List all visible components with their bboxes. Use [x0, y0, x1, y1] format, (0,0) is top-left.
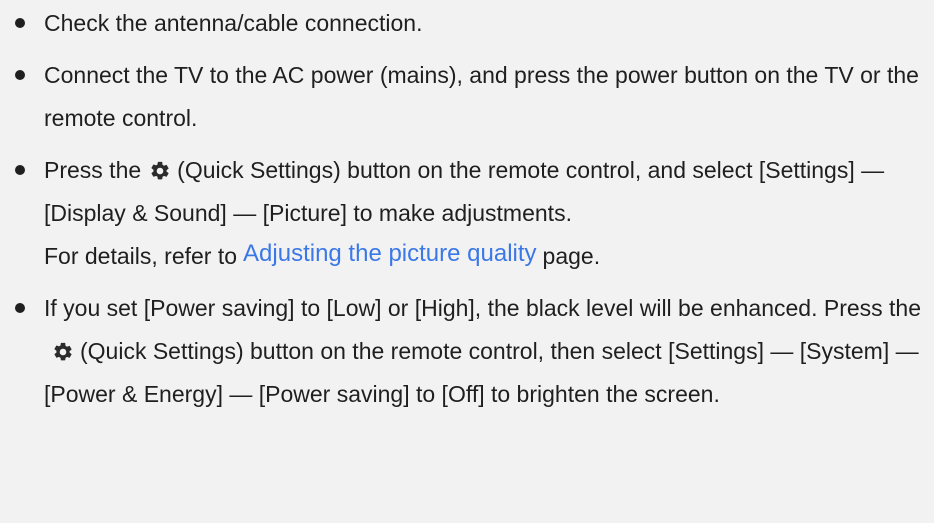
list-item-text: Connect the TV to the AC power (mains), …	[44, 62, 919, 131]
detail-text-after-link: page.	[542, 243, 601, 269]
bullet-dot	[15, 18, 25, 28]
list-item: If you set [Power saving] to [Low] or [H…	[0, 287, 934, 416]
list-item-text-before-icon: Press the	[44, 157, 142, 183]
troubleshooting-content: Check the antenna/cable connection. Conn…	[0, 0, 934, 523]
list-item: Check the antenna/cable connection.	[0, 2, 934, 45]
adjusting-picture-quality-link[interactable]: Adjusting the picture quality	[243, 240, 537, 267]
bullet-dot	[15, 165, 25, 175]
bullet-dot	[15, 303, 25, 313]
list-item-text-before-icon: If you set [Power saving] to [Low] or [H…	[44, 295, 922, 321]
bullet-dot	[15, 70, 25, 80]
list-item: Press the (Quick Settings) button on the …	[0, 149, 934, 278]
bullet-list: Check the antenna/cable connection. Conn…	[0, 2, 934, 416]
gear-icon	[50, 341, 76, 363]
list-item-text-after-icon: (Quick Settings) button on the remote co…	[44, 338, 919, 407]
list-item-text: Check the antenna/cable connection.	[44, 10, 423, 36]
detail-text-before-link: For details, refer to	[44, 243, 238, 269]
gear-icon	[147, 160, 173, 182]
list-item: Connect the TV to the AC power (mains), …	[0, 54, 934, 140]
